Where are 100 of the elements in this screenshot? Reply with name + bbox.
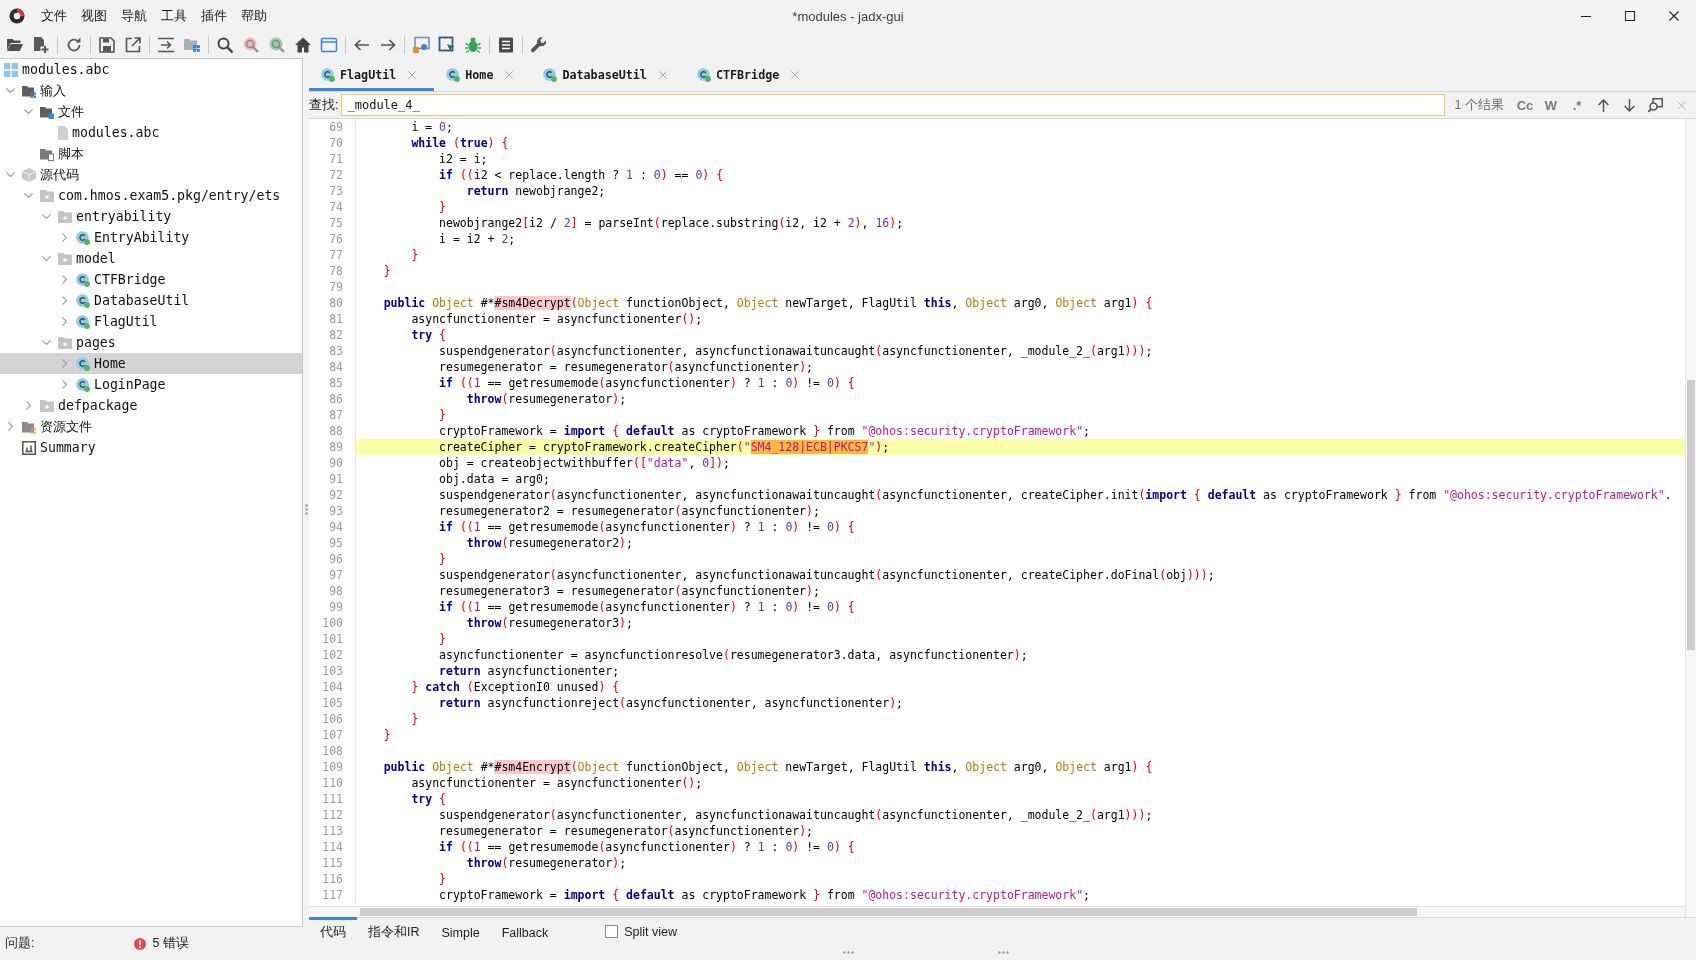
view-tab[interactable]: 指令和IR xyxy=(357,917,431,945)
code-line: if ((1 == getresumemode(asyncfunctionenter) ? 1 : 0) != 0) { xyxy=(439,519,855,535)
chevron-down-icon[interactable] xyxy=(23,109,33,114)
line-number: 108 xyxy=(322,743,343,759)
menu-item[interactable]: 插件 xyxy=(194,6,234,26)
minimize-icon[interactable] xyxy=(1581,15,1591,17)
arrow-down-icon[interactable] xyxy=(1623,98,1635,112)
chevron-right-icon[interactable] xyxy=(61,233,67,242)
line-number: 88 xyxy=(329,423,343,439)
maximize-icon[interactable] xyxy=(1625,11,1635,21)
refresh-icon[interactable] xyxy=(65,36,83,54)
code-line: createCipher = cryptoFramework.createCipher("SM4_128|ECB|PKCS7"); xyxy=(439,439,890,455)
class-icon xyxy=(76,314,90,329)
grip-icon[interactable] xyxy=(843,951,854,954)
editor-tab[interactable]: Home xyxy=(434,58,532,91)
file-add-icon[interactable] xyxy=(32,36,50,54)
chevron-down-icon[interactable] xyxy=(5,88,15,93)
window-icon[interactable] xyxy=(320,36,338,54)
close-icon[interactable] xyxy=(1669,11,1679,21)
code-line: } xyxy=(383,727,391,743)
app-logo-icon xyxy=(9,8,25,24)
menu-item[interactable]: 帮助 xyxy=(234,6,274,26)
search-option-button[interactable]: W xyxy=(1538,94,1564,116)
view-tab[interactable]: Fallback xyxy=(490,917,560,945)
checkbox-label[interactable]: Split view xyxy=(624,924,678,939)
code-line: } xyxy=(411,247,419,263)
tree-item[interactable]: 资源文件 xyxy=(0,416,302,437)
search-ring-icon[interactable] xyxy=(268,36,286,54)
line-number: 117 xyxy=(322,887,343,903)
tree-item[interactable]: FlagUtil xyxy=(0,311,302,332)
checkbox[interactable] xyxy=(605,925,619,938)
menu-item[interactable]: 工具 xyxy=(154,6,194,26)
code-line: asyncfunctionenter = asyncfunctionenter(); xyxy=(411,311,703,327)
grip-icon[interactable] xyxy=(998,951,1009,954)
chevron-down-icon[interactable] xyxy=(23,193,33,198)
line-number: 90 xyxy=(329,455,343,471)
cursor-box-icon[interactable] xyxy=(438,36,456,54)
code-line: suspendgenerator(asyncfunctionenter, asyncfunctionawaituncaught(asyncfunctionenter, _module_2_(arg1))); xyxy=(439,343,1153,359)
tree-item[interactable]: 输入 xyxy=(0,80,302,101)
search-circle-icon[interactable] xyxy=(242,36,260,54)
bug-icon[interactable] xyxy=(464,36,482,54)
tree-item[interactable]: 文件 xyxy=(0,101,302,122)
tree-item[interactable]: EntryAbility xyxy=(0,227,302,248)
tree-item[interactable]: CTFBridge xyxy=(0,269,302,290)
chevron-right-icon[interactable] xyxy=(25,401,31,410)
save-icon[interactable] xyxy=(98,36,116,54)
tree-item[interactable]: Home xyxy=(0,353,302,374)
editor-tab[interactable]: CTFBridge xyxy=(684,58,818,91)
tree-item[interactable]: LoginPage xyxy=(0,374,302,395)
menu-item[interactable]: 视图 xyxy=(74,6,114,26)
code-line: cryptoFramework = import { default as cryptoFramework } from "@ohos:security.cryptoFramework"; xyxy=(439,423,1090,439)
code-line: obj.data = arg0; xyxy=(439,471,550,487)
gear-lock-icon[interactable] xyxy=(412,36,430,54)
chevron-down-icon[interactable] xyxy=(5,172,15,177)
tree-item[interactable]: modules.abc xyxy=(0,122,302,143)
editor-tab[interactable]: FlagUtil xyxy=(309,58,435,91)
view-tab[interactable]: Simple xyxy=(430,917,491,945)
export-icon[interactable] xyxy=(124,36,142,54)
scrollbar-thumb[interactable] xyxy=(360,908,1417,916)
folder-grid-icon[interactable] xyxy=(183,36,201,54)
chevron-right-icon[interactable] xyxy=(61,275,67,284)
chevron-right-icon[interactable] xyxy=(61,296,67,305)
search-icon[interactable] xyxy=(216,36,234,54)
chevron-down-icon[interactable] xyxy=(41,256,51,261)
tree-item[interactable]: DatabaseUtil xyxy=(0,290,302,311)
search-option-button[interactable]: Cc xyxy=(1512,94,1538,116)
code-line: i = 0; xyxy=(411,119,453,135)
scrollbar-thumb[interactable] xyxy=(1687,380,1695,650)
tree-item[interactable]: entryability xyxy=(0,206,302,227)
lines-arrow-icon[interactable] xyxy=(157,36,175,54)
chevron-right-icon[interactable] xyxy=(61,359,67,368)
tree-item[interactable]: Summary xyxy=(0,437,302,458)
chevron-down-icon[interactable] xyxy=(41,214,51,219)
folder-open-icon[interactable] xyxy=(6,36,24,54)
line-number: 74 xyxy=(329,199,343,215)
arrow-up-icon[interactable] xyxy=(1597,98,1609,112)
tree-item[interactable]: com.hmos.exam5.pkg/entry/ets xyxy=(0,185,302,206)
tree-item[interactable]: pages xyxy=(0,332,302,353)
error-count[interactable]: 5 错误 xyxy=(152,935,189,952)
grip-icon[interactable] xyxy=(304,503,308,515)
menu-item[interactable]: 导航 xyxy=(114,6,154,26)
search-field[interactable]: _module_4_ xyxy=(341,94,1445,116)
search-option-button[interactable]: .* xyxy=(1564,94,1590,116)
home-icon[interactable] xyxy=(294,36,312,54)
tree-item[interactable]: modules.abc xyxy=(0,59,302,80)
view-tab[interactable]: 代码 xyxy=(309,917,357,945)
chevron-right-icon[interactable] xyxy=(61,380,67,389)
chevron-right-icon[interactable] xyxy=(61,317,67,326)
chevron-right-icon[interactable] xyxy=(7,422,13,431)
tree-item[interactable]: defpackage xyxy=(0,395,302,416)
chevron-down-icon[interactable] xyxy=(41,340,51,345)
tree-item[interactable]: 脚本 xyxy=(0,143,302,164)
wrench-icon[interactable] xyxy=(530,36,548,54)
tree-item[interactable]: model xyxy=(0,248,302,269)
line-number: 85 xyxy=(329,375,343,391)
tree-item[interactable]: 源代码 xyxy=(0,164,302,185)
search-window-icon[interactable] xyxy=(1647,97,1663,113)
editor-tab[interactable]: DatabaseUtil xyxy=(531,58,685,91)
list-icon[interactable] xyxy=(497,36,515,54)
menu-item[interactable]: 文件 xyxy=(34,6,74,26)
